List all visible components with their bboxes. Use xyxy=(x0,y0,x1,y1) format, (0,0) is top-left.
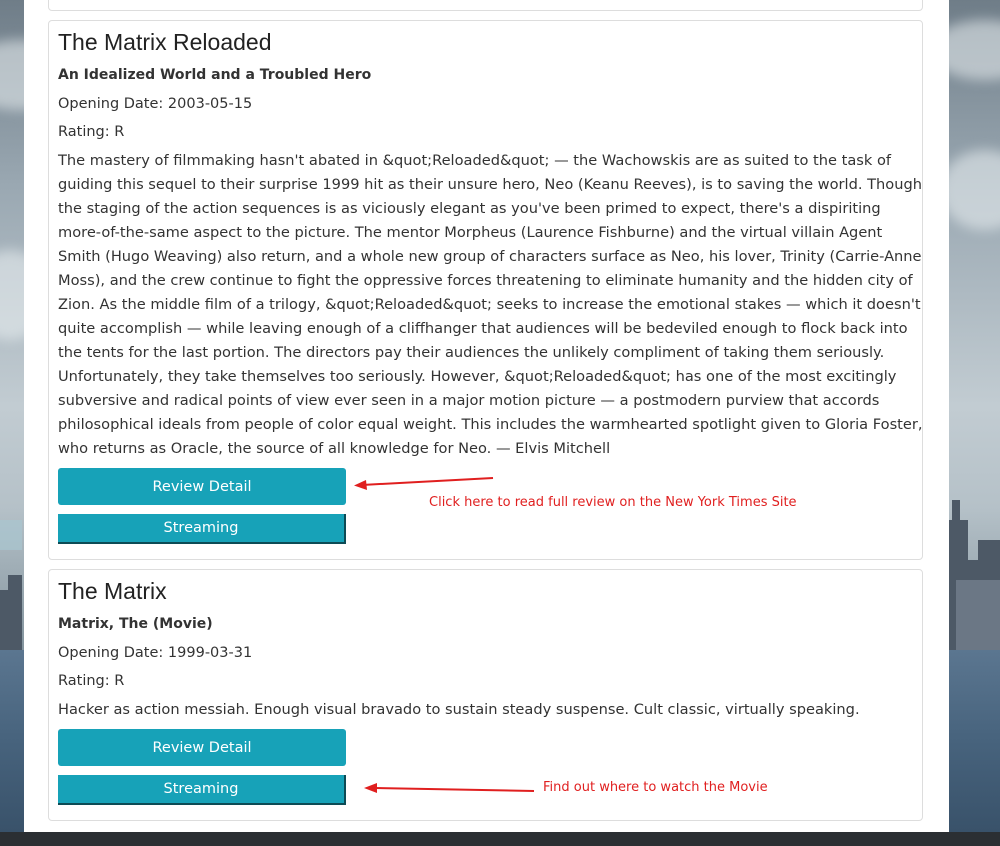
page-footer-bar xyxy=(0,832,1000,846)
review-headline: An Idealized World and a Troubled Hero xyxy=(58,67,372,83)
review-headline: Matrix, The (Movie) xyxy=(58,616,213,632)
review-summary: Hacker as action messiah. Enough visual … xyxy=(58,701,860,718)
arrow-left-icon xyxy=(354,477,494,490)
opening-date: Opening Date: 2003-05-15 xyxy=(58,96,253,112)
review-summary: The mastery of filmmaking hasn't abated … xyxy=(58,152,923,457)
streaming-hint-annotation: Find out where to watch the Movie xyxy=(543,780,768,795)
rating: Rating: R xyxy=(58,673,125,689)
movie-title: The Matrix Reloaded xyxy=(58,29,272,55)
review-detail-button[interactable]: Review Detail xyxy=(58,468,346,505)
streaming-button[interactable]: Streaming xyxy=(58,514,346,544)
rating: Rating: R xyxy=(58,124,125,140)
review-hint-annotation: Click here to read full review on the Ne… xyxy=(429,495,797,510)
previous-movie-card xyxy=(48,0,923,11)
streaming-button[interactable]: Streaming xyxy=(58,775,346,805)
opening-date: Opening Date: 1999-03-31 xyxy=(58,645,253,661)
review-detail-button[interactable]: Review Detail xyxy=(58,729,346,766)
arrow-left-icon xyxy=(364,783,535,793)
movie-title: The Matrix xyxy=(58,578,167,604)
content-column: The Matrix Reloaded An Idealized World a… xyxy=(24,0,949,832)
